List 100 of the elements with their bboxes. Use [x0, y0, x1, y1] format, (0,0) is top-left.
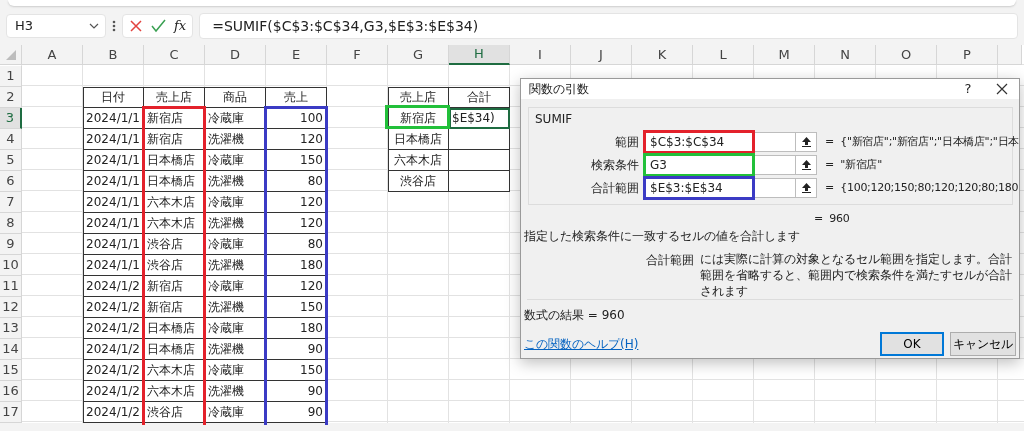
table-cell: 2024/1/2	[83, 318, 144, 339]
argument-result: = "新宿店"	[825, 156, 882, 173]
table-cell: 2024/1/2	[83, 276, 144, 297]
argument-result: = {100;120;150;80;120;120;80;180	[825, 179, 1019, 196]
argument-field[interactable]: G3	[645, 155, 796, 175]
column-header[interactable]: L	[693, 45, 754, 65]
table-cell: 冷蔵庫	[205, 192, 266, 213]
row-header[interactable]: 10	[0, 255, 22, 276]
close-icon[interactable]	[996, 82, 1008, 95]
column-header[interactable]: P	[937, 45, 998, 65]
dialog-button[interactable]: キャンセル	[950, 332, 1016, 356]
argument-help-text: には実際に計算の対象となるセル範囲を指定します。合計範囲を省略すると、範囲内で検索条件を満たすセルが合計されます	[700, 251, 1013, 299]
table-cell: 2024/1/2	[83, 381, 144, 402]
table-cell: 2024/1/2	[83, 360, 144, 381]
column-header[interactable]: H	[449, 45, 510, 65]
argument-help-name: 合計範囲	[646, 252, 694, 269]
help-link[interactable]: この関数のヘルプ(H)	[524, 335, 874, 353]
argument-field[interactable]: $E$3:$E$34	[645, 178, 796, 198]
argument-label: 検索条件	[590, 157, 640, 174]
collapse-button[interactable]	[795, 155, 817, 175]
table-cell: 冷蔵庫	[205, 402, 266, 423]
help-button[interactable]: ?	[951, 79, 985, 99]
table-cell: 2024/1/1	[83, 192, 144, 213]
column-header[interactable]: A	[22, 45, 83, 65]
column-title: 日付	[83, 87, 144, 108]
function-name: SUMIF	[535, 110, 574, 128]
column-header[interactable]: K	[632, 45, 693, 65]
column-header[interactable]: D	[205, 45, 266, 65]
argument-field[interactable]: $C$3:$C$34	[645, 132, 796, 152]
row-header[interactable]: 17	[0, 402, 22, 423]
formula-field[interactable]: =SUMIF($C$3:$C$34,G3,$E$3:$E$34)	[199, 13, 1018, 39]
table-cell: 2024/1/1	[83, 108, 144, 129]
table-cell: $E$34)	[449, 108, 510, 129]
table-cell: 日本橋店	[144, 150, 205, 171]
table-cell: 新宿店	[144, 129, 205, 150]
row-header[interactable]: 12	[0, 297, 22, 318]
more-options-icon[interactable]	[112, 19, 116, 33]
column-header[interactable]: M	[754, 45, 815, 65]
row-header[interactable]: 16	[0, 381, 22, 402]
table-cell: 渋谷店	[144, 255, 205, 276]
function-result: = 960	[814, 211, 850, 225]
column-header[interactable]: C	[144, 45, 205, 65]
check-icon[interactable]	[151, 19, 166, 33]
column-header[interactable]: I	[510, 45, 571, 65]
name-box[interactable]: H3	[6, 14, 106, 38]
argument-label: 範囲	[614, 134, 640, 151]
table-cell: 冷蔵庫	[205, 318, 266, 339]
table-cell: 冷蔵庫	[205, 360, 266, 381]
row-header[interactable]: 13	[0, 318, 22, 339]
table-cell: 2024/1/1	[83, 150, 144, 171]
table-cell: 六本木店	[144, 192, 205, 213]
column-header[interactable]: B	[83, 45, 144, 65]
up-arrow-icon	[801, 160, 811, 170]
row-header[interactable]: 4	[0, 129, 22, 150]
argument-result: = {"新宿店";"新宿店";"日本橋店";"日本	[825, 133, 1019, 150]
row-header[interactable]: 3	[0, 108, 22, 129]
table-cell: 冷蔵庫	[205, 108, 266, 129]
table-cell: 渋谷店	[388, 171, 449, 192]
table-cell: 日本橋店	[388, 129, 449, 150]
table-cell: 2024/1/1	[83, 129, 144, 150]
table-cell: 冷蔵庫	[205, 150, 266, 171]
row-header[interactable]: 5	[0, 150, 22, 171]
column-header[interactable]: G	[388, 45, 449, 65]
table-cell: 渋谷店	[144, 402, 205, 423]
row-header[interactable]: 8	[0, 213, 22, 234]
column-title: 商品	[205, 87, 266, 108]
dialog-button[interactable]: OK	[880, 332, 944, 356]
column-header[interactable]: J	[571, 45, 632, 65]
table-cell: 2024/1/1	[83, 171, 144, 192]
table-cell: 日本橋店	[144, 171, 205, 192]
collapse-button[interactable]	[795, 178, 817, 198]
row-header[interactable]: 11	[0, 276, 22, 297]
formula-result: 数式の結果 = 960	[523, 307, 626, 324]
row-header[interactable]: 6	[0, 171, 22, 192]
column-header[interactable]: E	[266, 45, 327, 65]
table-cell: 六本木店	[144, 213, 205, 234]
table-cell: 日本橋店	[144, 318, 205, 339]
corner-triangle-icon	[5, 49, 16, 60]
table-cell: 新宿店	[144, 297, 205, 318]
column-header[interactable]: O	[876, 45, 937, 65]
column-header[interactable]: N	[815, 45, 876, 65]
collapse-button[interactable]	[795, 132, 817, 152]
row-header[interactable]: 7	[0, 192, 22, 213]
row-header[interactable]: 14	[0, 339, 22, 360]
table-cell: 六本木店	[144, 360, 205, 381]
table-cell: 2024/1/1	[83, 255, 144, 276]
table-cell: 渋谷店	[144, 234, 205, 255]
table-cell: 2024/1/2	[83, 297, 144, 318]
table-cell: 2024/1/1	[83, 234, 144, 255]
row-header[interactable]: 1	[0, 66, 22, 87]
argument-label: 合計範囲	[590, 180, 640, 197]
row-header[interactable]: 2	[0, 87, 22, 108]
row-header[interactable]: 15	[0, 360, 22, 381]
row-header[interactable]: 9	[0, 234, 22, 255]
cancel-icon[interactable]	[129, 19, 143, 33]
table-cell: 2024/1/2	[83, 339, 144, 360]
dropdown-caret-icon[interactable]	[89, 23, 99, 29]
insert-function-button[interactable]: fx	[174, 16, 187, 36]
column-header[interactable]: F	[327, 45, 388, 65]
dialog-title: 関数の引数	[529, 80, 590, 98]
